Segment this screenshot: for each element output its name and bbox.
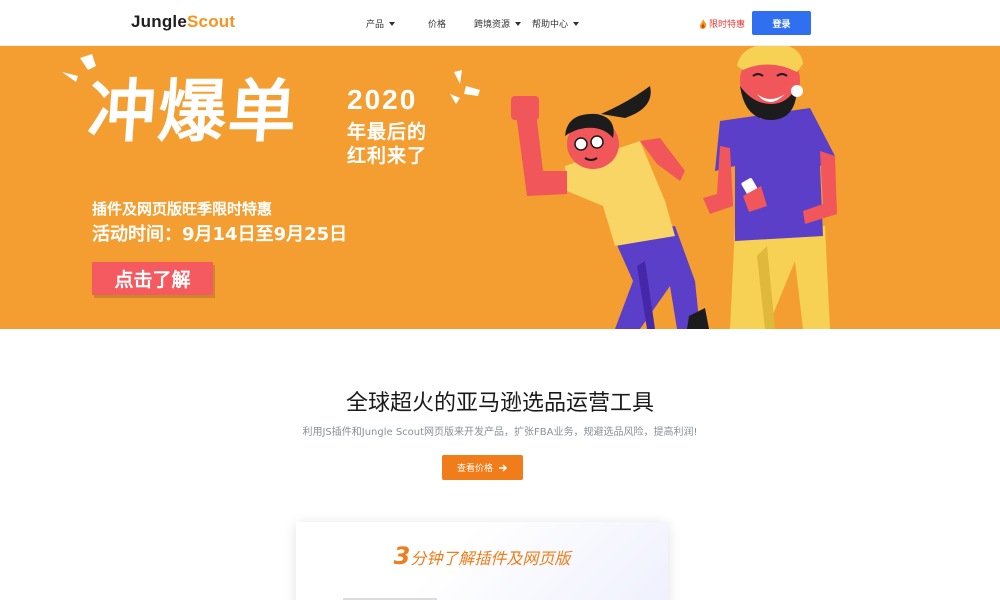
- nav-item-pricing[interactable]: 价格: [428, 17, 446, 30]
- nav-label-products: 产品: [366, 20, 385, 30]
- nav-label-help-center: 帮助中心: [532, 20, 569, 30]
- flame-icon: [700, 18, 707, 29]
- chevron-down-icon: [389, 21, 396, 26]
- nav-item-resources[interactable]: 跨境资源: [474, 17, 522, 30]
- nav-item-products[interactable]: 产品: [366, 17, 396, 30]
- login-button[interactable]: 登录: [752, 11, 811, 35]
- banner-headline: 冲爆单: [85, 73, 301, 152]
- banner-year-line1: 年最后的: [347, 121, 428, 143]
- banner-subline-dates: 活动时间：9月14日至9月25日: [92, 224, 348, 245]
- logo-text-main: Jungle: [131, 12, 187, 31]
- banner-year-line2: 红利来了: [347, 145, 428, 167]
- nav-item-help-center[interactable]: 帮助中心: [532, 17, 580, 30]
- chevron-down-icon: [573, 21, 580, 26]
- card-title: 3分钟了解插件及网页版: [296, 542, 668, 570]
- nav-label-resources: 跨境资源: [474, 20, 511, 30]
- arrow-right-icon: [499, 463, 508, 472]
- promo-banner[interactable]: 冲爆单 2020 年最后的 红利来了 插件及网页版旺季限时特惠 活动时间：9月1…: [0, 46, 1000, 329]
- intro-video-card[interactable]: 3分钟了解插件及网页版: [296, 522, 668, 600]
- learn-more-button[interactable]: 点击了解: [92, 262, 213, 295]
- dancing-people-illustration: [511, 46, 837, 329]
- logo-text-accent: Scout: [187, 12, 236, 31]
- card-title-number: 3: [393, 542, 411, 570]
- limited-offer-link[interactable]: 限时特惠: [699, 17, 745, 30]
- card-title-text: 分钟了解插件及网页版: [410, 549, 571, 568]
- chevron-down-icon: [515, 21, 522, 26]
- section-subtitle: 利用JS插件和Jungle Scout网页版来开发产品，扩张FBA业务，规避选品…: [302, 427, 698, 438]
- man-figure: [703, 46, 837, 329]
- woman-figure: [511, 86, 709, 329]
- splash-decoration-right: [450, 70, 480, 104]
- section-title: 全球超火的亚马逊选品运营工具: [345, 391, 654, 416]
- banner-subline-offer: 插件及网页版旺季限时特惠: [92, 200, 273, 218]
- top-navbar: JungleScout 产品 价格 跨境资源 帮助中心 限时特惠 登录: [0, 0, 1000, 46]
- banner-year: 2020: [347, 84, 418, 115]
- limited-offer-label: 限时特惠: [709, 20, 746, 30]
- jungle-scout-logo[interactable]: JungleScout: [131, 12, 235, 32]
- view-pricing-button[interactable]: 查看价格: [442, 455, 523, 480]
- nav-label-pricing: 价格: [428, 20, 447, 30]
- view-pricing-label: 查看价格: [456, 463, 493, 473]
